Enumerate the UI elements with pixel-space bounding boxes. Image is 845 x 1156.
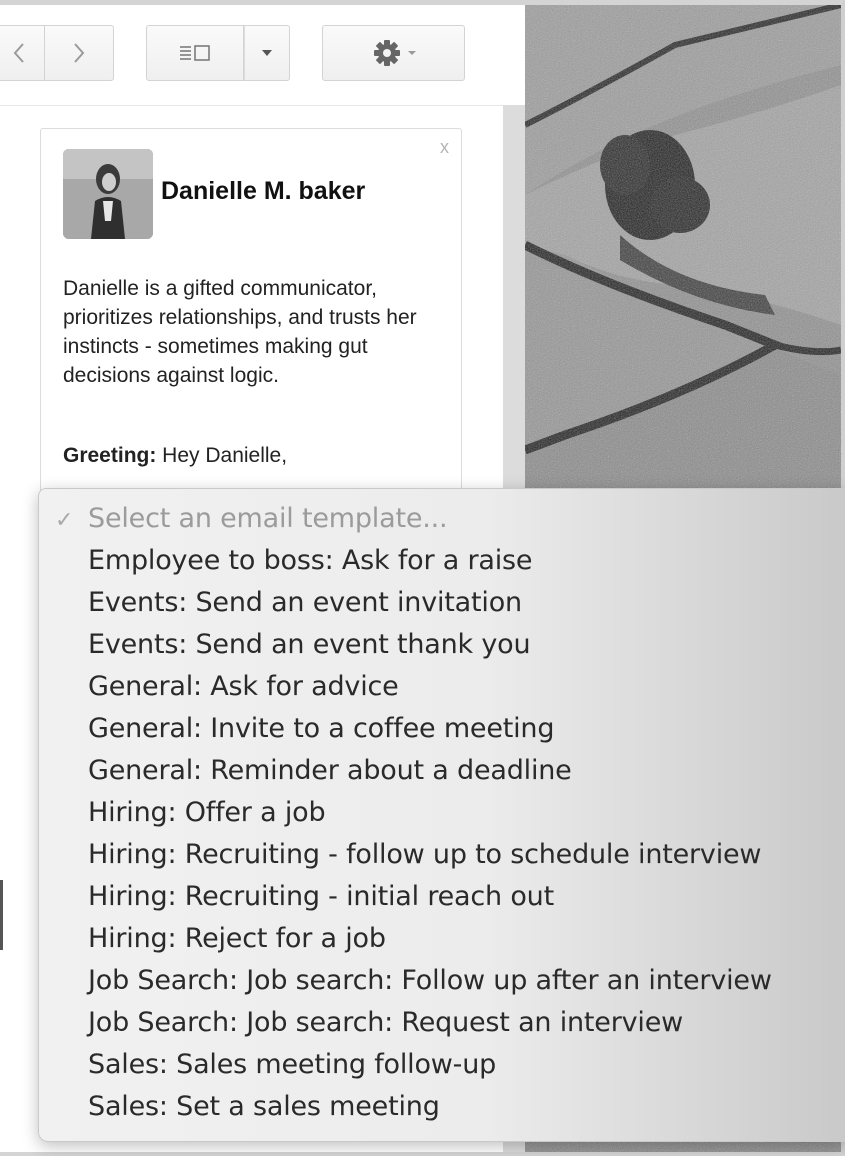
menu-item[interactable]: Sales: Set a sales meeting [88,1091,440,1122]
menu-item[interactable]: General: Ask for advice [88,671,399,702]
menu-item[interactable]: General: Reminder about a deadline [88,755,572,786]
menu-item[interactable]: Events: Send an event invitation [88,587,522,618]
settings-button[interactable] [322,25,465,81]
menu-item[interactable]: General: Invite to a coffee meeting [88,713,554,744]
menu-item[interactable]: Job Search: Job search: Request an inter… [88,1007,683,1038]
menu-item[interactable]: Hiring: Offer a job [88,797,326,828]
divider [0,880,3,950]
contact-bio: Danielle is a gifted communicator, prior… [63,277,417,387]
menu-item[interactable]: Events: Send an event thank you [88,629,531,660]
greeting-value: Hey Danielle, [156,444,288,467]
menu-item[interactable]: Hiring: Recruiting - follow up to schedu… [88,839,762,870]
gear-icon [373,40,400,66]
greeting: Greeting: Hey Danielle, [63,444,287,468]
greeting-label: Greeting: [63,444,157,467]
avatar [63,149,153,239]
split-view-icon [180,45,210,61]
prev-button[interactable] [0,25,44,81]
chevron-left-icon [13,43,24,63]
template-dropdown-menu[interactable]: ✓ Select an email template... Employee t… [38,488,845,1142]
checkmark-icon: ✓ [55,507,74,532]
menu-item-placeholder[interactable]: Select an email template... [88,503,448,534]
menu-item[interactable]: Employee to boss: Ask for a raise [88,545,532,576]
caret-down-icon [262,50,272,56]
chevron-right-icon [74,43,85,63]
close-icon[interactable]: x [440,137,449,158]
view-dropdown-button[interactable] [244,25,290,81]
next-button[interactable] [44,25,114,81]
split-view-button[interactable] [146,25,244,81]
toolbar [0,5,525,106]
menu-item[interactable]: Sales: Sales meeting follow-up [88,1049,496,1080]
menu-item[interactable]: Hiring: Recruiting - initial reach out [88,881,554,912]
caret-down-icon [407,51,416,55]
menu-item[interactable]: Hiring: Reject for a job [88,923,386,954]
menu-item[interactable]: Job Search: Job search: Follow up after … [88,965,772,996]
contact-name: Danielle M. baker [161,177,366,205]
